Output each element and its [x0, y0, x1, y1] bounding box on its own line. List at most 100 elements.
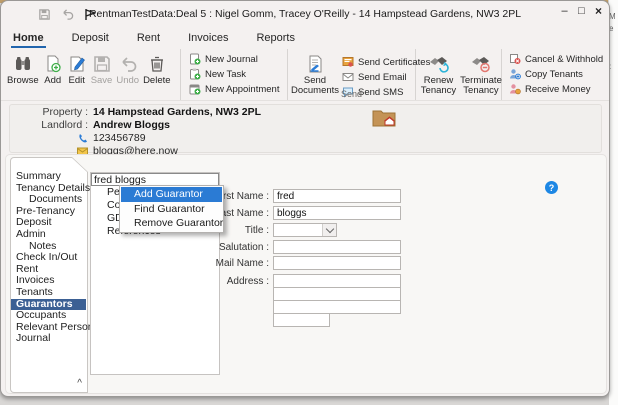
copy-tenants-label: Copy Tenants	[525, 68, 583, 80]
terminate-tenancy-icon	[470, 54, 492, 74]
property-value: 14 Hampstead Gardens, NW3 2PL	[93, 106, 262, 118]
receive-money-button[interactable]: Receive Money	[509, 83, 602, 95]
address-line3-field[interactable]	[273, 300, 401, 314]
address-line2-field[interactable]	[273, 287, 401, 301]
maximize-button[interactable]: □	[573, 1, 590, 21]
property-info-panel: Property : 14 Hampstead Gardens, NW3 2PL…	[9, 104, 602, 157]
property-folder-icon[interactable]	[372, 108, 396, 128]
title-dropdown[interactable]	[273, 223, 337, 237]
cancel-withhold-button[interactable]: Cancel & Withhold	[509, 53, 604, 65]
browse-button[interactable]: Browse	[7, 52, 39, 86]
save-quick-button[interactable]	[37, 7, 52, 22]
new-journal-label: New Journal	[205, 53, 258, 65]
edit-pencil-icon	[67, 54, 87, 74]
new-task-icon	[189, 68, 201, 80]
quick-access-toolbar	[1, 7, 98, 22]
new-journal-button[interactable]: New Journal	[189, 53, 287, 65]
send-email-label: Send Email	[358, 71, 407, 83]
certificate-icon	[342, 56, 354, 68]
add-button[interactable]: Add	[43, 52, 63, 86]
terminate-tenancy-button[interactable]: Terminate Tenancy	[460, 52, 502, 96]
first-name-field[interactable]	[273, 189, 401, 203]
terminate-tenancy-label: Terminate Tenancy	[460, 75, 502, 96]
landlord-phone[interactable]: 123456789	[93, 132, 146, 144]
undo-button[interactable]: Undo	[116, 52, 139, 86]
ribbon-tabs: Home Deposit Rent Invoices Reports	[11, 28, 297, 49]
menu-item-find-guarantor[interactable]: Find Guarantor	[121, 202, 222, 217]
new-appointment-label: New Appointment	[205, 83, 280, 95]
save-label: Save	[90, 75, 113, 86]
help-icon[interactable]: ?	[545, 181, 558, 194]
last-name-field[interactable]	[273, 206, 401, 220]
save-icon	[92, 54, 112, 74]
undo-icon	[118, 54, 138, 74]
send-group-label: Send	[340, 89, 363, 99]
background-text-fragment: M	[609, 12, 616, 21]
landlord-label: Landlord :	[41, 119, 88, 131]
ribbon-group-edit: Browse Add Edit Save Undo Delete	[1, 49, 181, 100]
add-label: Add	[44, 75, 62, 86]
minimize-button[interactable]: –	[556, 1, 573, 21]
mail-name-label: Mail Name :	[215, 257, 269, 269]
save-button[interactable]: Save	[90, 52, 113, 86]
browse-label: Browse	[7, 75, 39, 86]
window-controls: – □ ×	[556, 1, 607, 21]
salutation-field[interactable]	[273, 240, 401, 254]
context-menu: Add Guarantor Find Guarantor Remove Guar…	[119, 185, 224, 233]
delete-label: Delete	[143, 75, 171, 86]
undo-quick-button[interactable]	[60, 7, 75, 22]
send-documents-icon	[305, 54, 325, 74]
copy-tenants-icon	[509, 68, 521, 80]
tab-invoices[interactable]: Invoices	[186, 30, 230, 48]
edit-label: Edit	[68, 75, 85, 86]
tab-deposit[interactable]: Deposit	[70, 30, 111, 48]
new-task-button[interactable]: New Task	[189, 68, 287, 80]
landlord-value: Andrew Bloggs	[93, 119, 171, 131]
tab-reports[interactable]: Reports	[254, 30, 297, 48]
floppy-disk-icon	[38, 8, 51, 21]
guarantor-form: First Name : Last Name : Title : Salutat…	[6, 155, 606, 393]
ribbon-group-money: Cancel & Withhold Copy Tenants Receive M…	[502, 49, 604, 100]
ribbon-group-new: New Journal New Task New Appointment	[181, 49, 288, 100]
cancel-withhold-label: Cancel & Withhold	[525, 53, 604, 65]
address-postcode-field[interactable]	[273, 313, 330, 327]
renew-tenancy-label: Renew Tenancy	[420, 75, 457, 96]
receive-money-label: Receive Money	[525, 83, 591, 95]
flag-quick-button[interactable]	[83, 7, 98, 22]
menu-item-remove-guarantor[interactable]: Remove Guarantor	[121, 216, 223, 231]
mail-name-field[interactable]	[273, 256, 401, 270]
tab-rent[interactable]: Rent	[135, 30, 162, 48]
renew-tenancy-icon	[428, 54, 450, 74]
app-window: RentmanTestData:Deal 5 : Nigel Gomm, Tra…	[0, 0, 610, 397]
tab-home[interactable]: Home	[11, 30, 46, 48]
cancel-withhold-icon	[509, 53, 521, 65]
edit-button[interactable]: Edit	[67, 52, 87, 86]
salutation-label: Salutation :	[218, 241, 269, 253]
property-label: Property :	[42, 106, 88, 118]
receive-money-icon	[509, 83, 521, 95]
renew-tenancy-button[interactable]: Renew Tenancy	[420, 52, 457, 96]
ribbon-group-tenancy: Renew Tenancy Terminate Tenancy	[416, 49, 502, 100]
new-appointment-icon	[189, 83, 201, 95]
ribbon: Browse Add Edit Save Undo Delete New Jou…	[1, 49, 609, 101]
trash-icon	[147, 54, 167, 74]
flag-icon	[84, 8, 98, 21]
new-journal-icon	[189, 53, 201, 65]
undo-arrow-icon	[61, 8, 74, 21]
background-text-fragment: e	[609, 24, 614, 33]
address-line1-field[interactable]	[273, 274, 401, 288]
copy-tenants-button[interactable]: Copy Tenants	[509, 68, 602, 80]
ribbon-group-send: Send Documents Send Certificates Send Em…	[288, 49, 430, 100]
delete-button[interactable]: Delete	[143, 52, 171, 86]
background-text-fragment: :	[609, 62, 612, 71]
phone-icon	[78, 133, 88, 143]
title-dropdown-button[interactable]	[322, 224, 336, 236]
new-appointment-button[interactable]: New Appointment	[189, 83, 287, 95]
menu-item-add-guarantor[interactable]: Add Guarantor	[121, 187, 222, 202]
title-value	[274, 224, 277, 235]
chevron-down-icon	[325, 224, 334, 233]
undo-label: Undo	[116, 75, 140, 86]
close-button[interactable]: ×	[590, 1, 607, 21]
add-document-icon	[43, 54, 63, 74]
binoculars-icon	[13, 54, 33, 74]
